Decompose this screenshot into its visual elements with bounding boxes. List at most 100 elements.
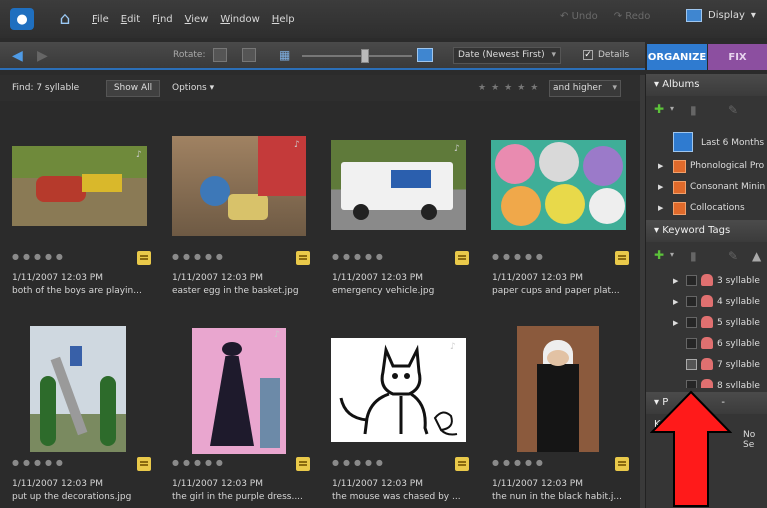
expand-triangle-icon[interactable]: ▶	[658, 156, 663, 176]
rating-stars[interactable]: ●●●●●	[172, 252, 227, 261]
keyword-item[interactable]: ▶ 3 syllable	[646, 271, 767, 291]
photo-thumbnail[interactable]	[30, 326, 126, 452]
rating-stars[interactable]: ●●●●●	[12, 458, 67, 467]
photo-thumbnail[interactable]	[172, 136, 306, 236]
photo-date: 1/11/2007 12:03 PM	[492, 273, 583, 283]
keyword-item[interactable]: ▶ 4 syllable	[646, 292, 767, 312]
menu-edit[interactable]: Edit	[121, 14, 140, 25]
keyword-tag-icon	[137, 457, 151, 471]
expand-triangle-icon[interactable]: ▶	[658, 198, 663, 218]
rating-stars[interactable]: ●●●●●	[12, 252, 67, 261]
home-icon[interactable]: ⌂	[54, 8, 76, 30]
keyword-label: 7 syllable	[717, 360, 760, 370]
photo-filename: the mouse was chased by ...	[332, 492, 461, 502]
camera-app-icon[interactable]: ●	[10, 8, 34, 30]
photo-thumbnail[interactable]	[12, 146, 147, 226]
expand-triangle-icon[interactable]: ▶	[658, 177, 663, 197]
rating-stars[interactable]: ●●●●●	[492, 252, 547, 261]
album-label: Last 6 Months	[701, 138, 765, 148]
keyword-tags-header[interactable]: ▾ Keyword Tags	[646, 220, 767, 242]
photo-cell[interactable]: ●●●●● 1/11/2007 12:03 PM paper cups and …	[490, 110, 640, 300]
expand-triangle-icon[interactable]: ▶	[673, 271, 678, 291]
menu-help[interactable]: Help	[272, 14, 295, 25]
menu-view[interactable]: View	[185, 14, 209, 25]
keyword-checkbox[interactable]	[686, 275, 697, 286]
album-item[interactable]: Last 6 Months	[646, 130, 767, 156]
photo-date: 1/11/2007 12:03 PM	[12, 273, 103, 283]
rating-stars[interactable]: ●●●●●	[332, 458, 387, 467]
keyword-tag-icon	[296, 457, 310, 471]
photo-cell[interactable]: ♪ ●●●●● 1/11/2007 12:03 PM easter egg in…	[170, 110, 320, 300]
tag-import-icon[interactable]: ▲	[752, 249, 761, 263]
album-item[interactable]: ▶ Phonological Pro	[646, 156, 767, 176]
photo-cell[interactable]: ●●●●● 1/11/2007 12:03 PM put up the deco…	[10, 316, 160, 506]
undo-redo-group: ↶ Undo ↷ Redo	[560, 11, 650, 22]
options-button[interactable]: Options ▾	[172, 83, 214, 93]
menu-find[interactable]: Find	[152, 14, 173, 25]
forward-arrow-icon[interactable]: ▶	[37, 48, 48, 64]
rating-stars[interactable]: ●●●●●	[172, 458, 227, 467]
chevron-down-icon: ▾	[612, 83, 617, 93]
expand-triangle-icon[interactable]: ▶	[673, 292, 678, 312]
albums-header[interactable]: ▾ Albums	[646, 74, 767, 96]
add-album-icon[interactable]: ✚	[654, 102, 664, 116]
rating-stars[interactable]: ●●●●●	[332, 252, 387, 261]
menu-file[interactable]: File	[92, 14, 109, 25]
photo-thumbnail[interactable]	[517, 326, 599, 452]
large-thumbnail-icon[interactable]	[417, 48, 433, 62]
chevron-down-icon[interactable]: ▾	[670, 104, 674, 113]
keyword-item[interactable]: 8 syllable	[646, 376, 767, 388]
sort-order-select[interactable]: Date (Newest First) ▾	[453, 47, 561, 64]
album-icon	[673, 181, 686, 194]
redo-button[interactable]: ↷ Redo	[614, 11, 651, 22]
keyword-tag-icon	[615, 457, 629, 471]
audio-icon: ♪	[294, 140, 300, 150]
delete-keyword-icon[interactable]: ▮	[690, 249, 697, 263]
keyword-item[interactable]: 7 syllable	[646, 355, 767, 375]
rotate-left-button[interactable]	[213, 48, 227, 62]
keyword-checkbox[interactable]	[686, 338, 697, 349]
zoom-slider-track[interactable]	[302, 55, 412, 57]
zoom-slider-thumb[interactable]	[361, 49, 369, 63]
small-thumbnails-icon[interactable]: ▦	[279, 48, 293, 62]
menu-window[interactable]: Window	[220, 14, 259, 25]
photo-cell[interactable]: ●●●●● 1/11/2007 12:03 PM the nun in the …	[490, 316, 640, 506]
expand-triangle-icon[interactable]: ▶	[673, 313, 678, 333]
keyword-checkbox-checked[interactable]	[686, 359, 697, 370]
photo-thumbnail[interactable]	[331, 338, 466, 442]
photo-filename: the girl in the purple dress....	[172, 492, 303, 502]
keyword-checkbox[interactable]	[686, 380, 697, 388]
back-arrow-icon[interactable]: ◀	[12, 48, 23, 64]
delete-album-icon[interactable]: ▮	[690, 103, 697, 117]
show-all-button[interactable]: Show All	[106, 80, 160, 97]
photo-thumbnail[interactable]	[491, 140, 626, 230]
keyword-checkbox[interactable]	[686, 317, 697, 328]
undo-button[interactable]: ↶ Undo	[560, 11, 598, 22]
edit-keyword-icon[interactable]: ✎	[728, 249, 738, 263]
photo-date: 1/11/2007 12:03 PM	[492, 479, 583, 489]
rating-filter-select[interactable]: and higher ▾	[549, 80, 621, 97]
rating-stars[interactable]: ●●●●●	[492, 458, 547, 467]
tab-fix[interactable]: FIX	[708, 44, 767, 70]
display-button[interactable]: Display ▾	[686, 9, 756, 22]
photo-cell[interactable]: ♪ ●●●●● 1/11/2007 12:03 PM emergency veh…	[330, 110, 480, 300]
chevron-down-icon[interactable]: ▾	[670, 250, 674, 259]
add-keyword-icon[interactable]: ✚	[654, 248, 664, 262]
photo-thumbnail[interactable]	[192, 328, 286, 454]
keyword-item[interactable]: 6 syllable	[646, 334, 767, 354]
album-item[interactable]: ▶ Consonant Minin	[646, 177, 767, 197]
edit-album-icon[interactable]: ✎	[728, 103, 738, 117]
rating-filter-stars[interactable]: ★★★★★	[478, 83, 543, 93]
keyword-label: 8 syllable	[717, 381, 760, 388]
tab-organize[interactable]: ORGANIZE	[647, 44, 707, 70]
photo-cell[interactable]: ♪ ●●●●● 1/11/2007 12:03 PM both of the b…	[10, 110, 160, 300]
album-item[interactable]: ▶ Collocations	[646, 198, 767, 218]
photo-thumbnail[interactable]	[331, 140, 466, 230]
keyword-checkbox[interactable]	[686, 296, 697, 307]
rotate-right-button[interactable]	[242, 48, 256, 62]
rotate-label: Rotate:	[173, 50, 206, 60]
keyword-item[interactable]: ▶ 5 syllable	[646, 313, 767, 333]
photo-cell[interactable]: ♪ ●●●●● 1/11/2007 12:03 PM the mouse was…	[330, 316, 480, 506]
photo-cell[interactable]: ♪ ●●●●● 1/11/2007 12:03 PM the girl in t…	[170, 316, 320, 506]
details-checkbox[interactable]: ✓ Details	[583, 50, 629, 60]
